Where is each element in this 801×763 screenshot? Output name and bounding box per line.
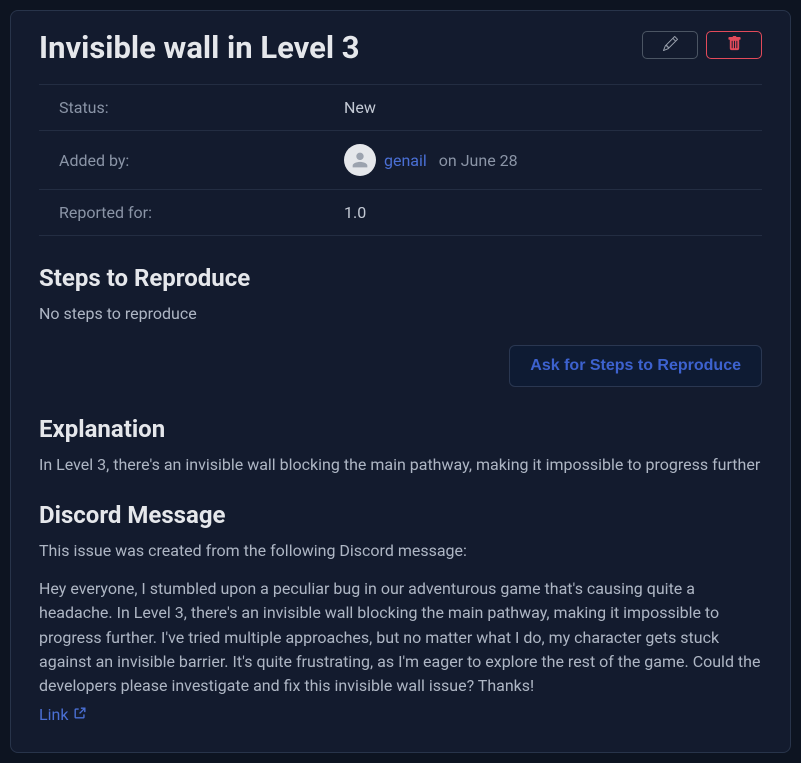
header-row: Invisible wall in Level 3 [39, 29, 762, 66]
avatar [344, 144, 376, 176]
explanation-text: In Level 3, there's an invisible wall bl… [39, 453, 762, 477]
meta-row-reported-for: Reported for: 1.0 [39, 190, 762, 236]
discord-heading: Discord Message [39, 501, 762, 529]
meta-value-added-by: genail on June 28 [324, 131, 762, 190]
discord-intro: This issue was created from the followin… [39, 539, 762, 563]
discord-link[interactable]: Link [39, 705, 87, 724]
meta-table: Status: New Added by: genail on June 28 … [39, 84, 762, 236]
explanation-heading: Explanation [39, 415, 762, 443]
delete-button[interactable] [706, 31, 762, 59]
edit-button[interactable] [642, 31, 698, 59]
added-date: on June 28 [439, 151, 518, 170]
ask-steps-button[interactable]: Ask for Steps to Reproduce [509, 345, 762, 387]
meta-row-added-by: Added by: genail on June 28 [39, 131, 762, 190]
steps-heading: Steps to Reproduce [39, 264, 762, 292]
user-link[interactable]: genail [384, 151, 427, 170]
explanation-section: Explanation In Level 3, there's an invis… [39, 415, 762, 477]
discord-section: Discord Message This issue was created f… [39, 501, 762, 724]
discord-message: Hey everyone, I stumbled upon a peculiar… [39, 577, 762, 699]
meta-label-added-by: Added by: [39, 131, 324, 190]
issue-title: Invisible wall in Level 3 [39, 29, 360, 66]
steps-empty-text: No steps to reproduce [39, 302, 762, 326]
meta-value-reported-for: 1.0 [324, 190, 762, 236]
meta-value-status: New [324, 85, 762, 131]
header-actions [642, 31, 762, 59]
pencil-icon [663, 36, 678, 54]
discord-link-label: Link [39, 705, 68, 724]
steps-section: Steps to Reproduce No steps to reproduce… [39, 264, 762, 386]
issue-card: Invisible wall in Level 3 Status: New Ad… [10, 10, 791, 753]
trash-icon [727, 36, 742, 54]
discord-link-row: Link [39, 705, 762, 724]
steps-button-row: Ask for Steps to Reproduce [39, 345, 762, 387]
external-link-icon [73, 705, 87, 724]
meta-row-status: Status: New [39, 85, 762, 131]
meta-label-reported-for: Reported for: [39, 190, 324, 236]
meta-label-status: Status: [39, 85, 324, 131]
person-icon [349, 149, 371, 171]
